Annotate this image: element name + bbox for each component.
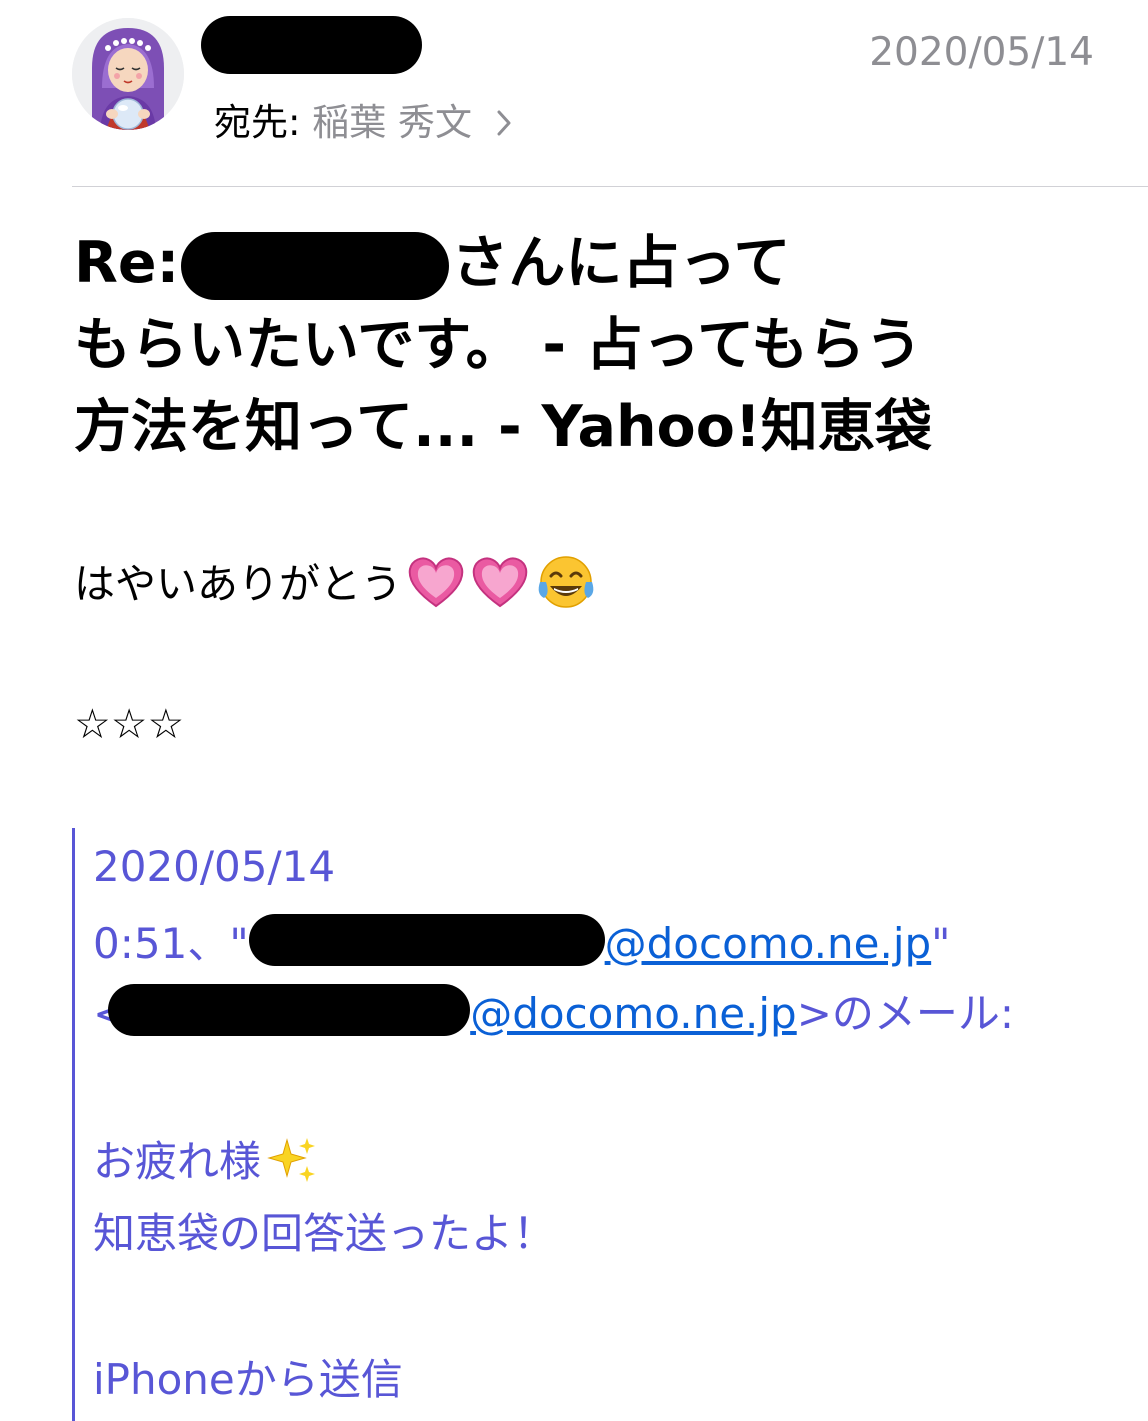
- body-thanks-line: はやいありがとう: [74, 550, 598, 620]
- quoted-from-line-2: <@docomo.ne.jp>のメール:: [93, 980, 1014, 1041]
- sender-name-redaction: [201, 16, 422, 74]
- subject-line-3: 方法を知って... - Yahoo!知恵袋: [74, 394, 932, 460]
- quoted-message: 2020/05/14 0:51、"@docomo.ne.jp" <@docomo…: [72, 828, 1075, 1421]
- sparkles-icon: [265, 1134, 319, 1196]
- header-divider: [72, 186, 1148, 187]
- tears-of-joy-icon: [534, 554, 598, 620]
- quoted-signature: iPhoneから送信: [93, 1355, 403, 1404]
- quoted-time: 0:51、": [93, 919, 249, 968]
- email-link-1[interactable]: @docomo.ne.jp: [248, 914, 932, 968]
- body-stars: ☆☆☆: [74, 700, 185, 748]
- email-address-redaction: [108, 984, 471, 1036]
- sender-avatar[interactable]: [72, 18, 184, 130]
- recipient-line[interactable]: 宛先: 稲葉 秀文: [214, 92, 512, 146]
- recipient-name[interactable]: 稲葉 秀文: [312, 101, 472, 144]
- email-link-2[interactable]: @docomo.ne.jp: [108, 984, 797, 1038]
- quoted-from-line-1: 0:51、" @docomo.ne.jp": [93, 910, 950, 971]
- email-subject: Re: さんに占って もらいたいです。 - 占ってもらう 方法を知って... - …: [74, 222, 1054, 468]
- quoted-message-text: 知恵袋の回答送ったよ！: [93, 1209, 556, 1258]
- subject-prefix: Re:: [74, 230, 180, 296]
- subject-line-1: Re: さんに占って: [74, 222, 1054, 304]
- email-date: 2020/05/14: [869, 30, 1094, 75]
- heart-icon: [406, 554, 466, 620]
- quoted-greeting-line: お疲れ様: [93, 1128, 319, 1196]
- subject-line-1-suffix: さんに占って: [451, 230, 791, 296]
- subject-name-redaction: [181, 232, 450, 301]
- chevron-right-icon[interactable]: [496, 103, 512, 146]
- quoted-greeting: お疲れ様: [93, 1137, 262, 1186]
- email-address-redaction: [248, 914, 605, 966]
- quoted-mail-suffix: >のメール:: [796, 989, 1015, 1038]
- heart-icon: [470, 554, 530, 620]
- email-link-1-domain[interactable]: @docomo.ne.jp: [605, 919, 932, 968]
- fortune-teller-avatar-icon: [72, 18, 184, 130]
- subject-line-2: もらいたいです。 - 占ってもらう: [74, 312, 923, 378]
- quoted-date: 2020/05/14: [93, 842, 336, 891]
- thanks-text: はやいありがとう: [74, 560, 402, 608]
- quote-close: ": [931, 919, 951, 968]
- email-link-2-domain[interactable]: @docomo.ne.jp: [470, 989, 797, 1038]
- to-label: 宛先:: [214, 101, 301, 144]
